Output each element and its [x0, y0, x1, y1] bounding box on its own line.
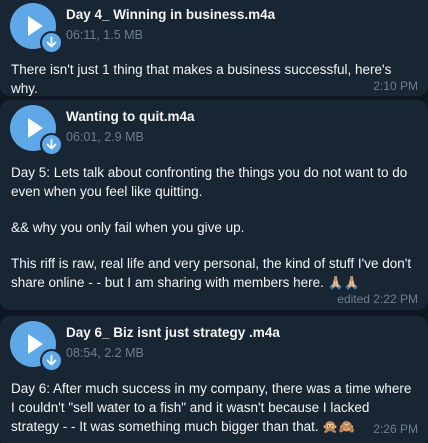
- audio-file-name[interactable]: Day 6_ Biz isnt just strategy .m4a: [66, 325, 280, 340]
- audio-file-name[interactable]: Wanting to quit.m4a: [66, 109, 195, 124]
- audio-file-meta: 08:54, 2.2 MB: [66, 346, 144, 360]
- message-paragraph: There isn't just 1 thing that makes a bu…: [11, 62, 392, 96]
- audio-file-name[interactable]: Day 4_ Winning in business.m4a: [66, 7, 275, 22]
- message-text: Day 6: After much success in my company,…: [11, 379, 417, 436]
- audio-attachment[interactable]: Day 6_ Biz isnt just strategy .m4a 08:54…: [10, 321, 410, 372]
- audio-file-meta: 06:11, 1.5 MB: [66, 28, 143, 42]
- message-text: There isn't just 1 thing that makes a bu…: [11, 60, 417, 98]
- message-paragraph: && why you only fail when you give up.: [11, 220, 245, 235]
- message-time: 2:26 PM: [373, 422, 418, 436]
- message-paragraph: This riff is raw, real life and very per…: [11, 254, 417, 292]
- message-feed: Day 4_ Winning in business.m4a 06:11, 1.…: [0, 0, 428, 443]
- praying-hands-emoji: 🙏🏼🙏🏼: [327, 275, 361, 290]
- audio-attachment[interactable]: Day 4_ Winning in business.m4a 06:11, 1.…: [10, 3, 410, 54]
- download-arrow-icon: [46, 138, 57, 150]
- download-arrow-icon: [46, 36, 57, 48]
- download-button[interactable]: [40, 133, 63, 156]
- download-button[interactable]: [40, 349, 63, 372]
- monkey-emoji: 🙊🙈: [322, 419, 355, 434]
- download-arrow-icon: [46, 354, 57, 366]
- message-bubble: Wanting to quit.m4a 06:01, 2.9 MB Day 5:…: [0, 100, 428, 310]
- message-time: edited 2:22 PM: [337, 292, 418, 306]
- message-text: Day 5: Lets talk about confronting the t…: [11, 163, 417, 292]
- download-button[interactable]: [40, 31, 63, 54]
- message-bubble: Day 6_ Biz isnt just strategy .m4a 08:54…: [0, 316, 428, 443]
- message-paragraph: Day 5: Lets talk about confronting the t…: [11, 165, 408, 199]
- message-paragraph: Day 6: After much success in my company,…: [11, 379, 417, 436]
- audio-attachment[interactable]: Wanting to quit.m4a 06:01, 2.9 MB: [10, 105, 410, 156]
- audio-file-meta: 06:01, 2.9 MB: [66, 130, 144, 144]
- message-bubble: Day 4_ Winning in business.m4a 06:11, 1.…: [0, 0, 428, 96]
- message-time: 2:10 PM: [373, 79, 418, 93]
